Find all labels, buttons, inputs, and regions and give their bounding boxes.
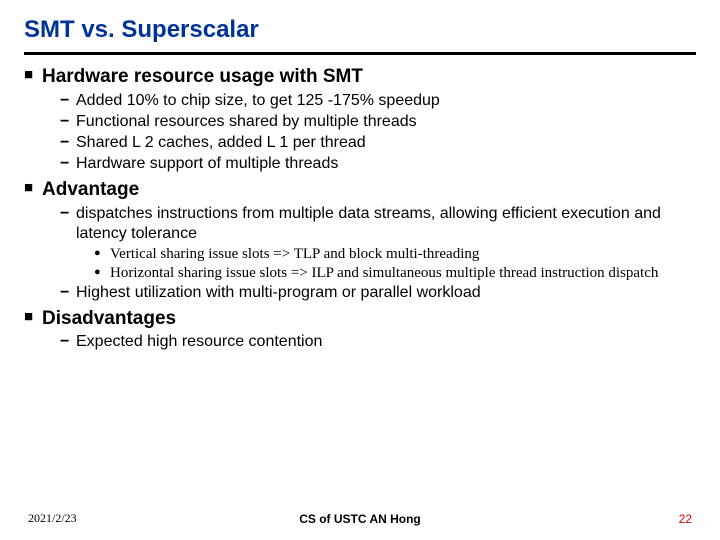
footer-center: CS of USTC AN Hong [28,512,692,526]
section-heading: Advantage [24,178,696,202]
slide-footer: 2021/2/23 CS of USTC AN Hong 22 [0,512,720,526]
footer-date: 2021/2/23 [28,511,77,526]
section-heading: Hardware resource usage with SMT [24,65,696,89]
title-rule [24,52,696,55]
bullet-item: Expected high resource contention [24,332,696,352]
footer-page-number: 22 [679,512,692,526]
section-heading: Disadvantages [24,307,696,331]
bullet-item: Added 10% to chip size, to get 125 -175%… [24,91,696,111]
bullet-item: Hardware support of multiple threads [24,154,696,174]
bullet-item: dispatches instructions from multiple da… [24,204,696,244]
bullet-item: Functional resources shared by multiple … [24,112,696,132]
slide-body: SMT vs. Superscalar Hardware resource us… [0,0,720,352]
sub-bullet-item: Vertical sharing issue slots => TLP and … [24,245,696,263]
bullet-item: Shared L 2 caches, added L 1 per thread [24,133,696,153]
sub-bullet-item: Horizontal sharing issue slots => ILP an… [24,264,696,282]
slide-title: SMT vs. Superscalar [24,16,696,44]
bullet-item: Highest utilization with multi-program o… [24,283,696,303]
